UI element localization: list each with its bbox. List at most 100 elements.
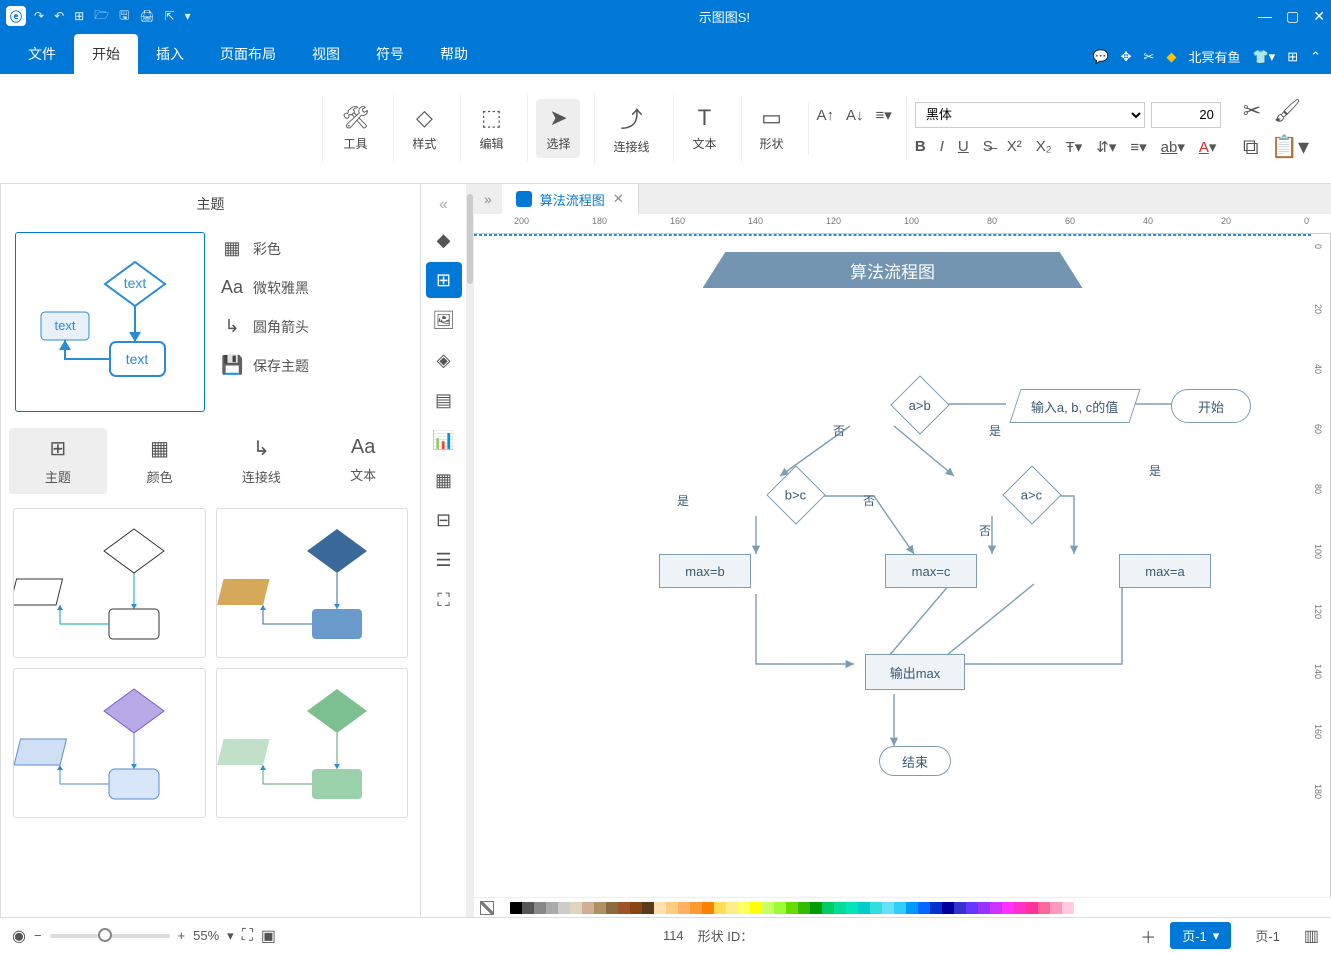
color-swatch[interactable] bbox=[858, 902, 870, 914]
subscript-button[interactable]: X₂ bbox=[1036, 138, 1052, 155]
color-swatch[interactable] bbox=[798, 902, 810, 914]
shapes-panel-icon[interactable]: ⊞ bbox=[426, 262, 462, 298]
color-swatch[interactable] bbox=[882, 902, 894, 914]
shape-output[interactable]: 输出max bbox=[865, 654, 965, 690]
theme-card-3[interactable] bbox=[13, 668, 206, 818]
undo-icon[interactable]: ↶ bbox=[54, 9, 64, 23]
theme-opt-font[interactable]: Aa微软雅黑 bbox=[221, 277, 309, 298]
canvas[interactable]: 算法流程图 开始 输 bbox=[474, 234, 1311, 897]
format-painter-icon[interactable]: 🖌 bbox=[1273, 98, 1301, 124]
table-panel-icon[interactable]: ▦ bbox=[426, 462, 462, 498]
subtab-theme[interactable]: ⊞主题 bbox=[9, 428, 107, 494]
zoom-out-icon[interactable]: − bbox=[34, 928, 42, 943]
color-swatch[interactable] bbox=[738, 902, 750, 914]
color-swatch[interactable] bbox=[642, 902, 654, 914]
select-button[interactable]: ➤选择 bbox=[536, 99, 580, 158]
save-icon[interactable]: 🖫 bbox=[119, 6, 129, 27]
user-name[interactable]: 北冥有鱼 bbox=[1188, 47, 1240, 66]
color-swatch[interactable] bbox=[1002, 902, 1014, 914]
color-swatch[interactable] bbox=[990, 902, 1002, 914]
color-swatch[interactable] bbox=[498, 902, 510, 914]
theme-opt-save[interactable]: 💾保存主题 bbox=[221, 355, 309, 376]
color-swatch[interactable] bbox=[1026, 902, 1038, 914]
zoom-dropdown-icon[interactable]: ▾ bbox=[227, 928, 234, 944]
theme-card-1[interactable] bbox=[13, 508, 206, 658]
color-swatch[interactable] bbox=[594, 902, 606, 914]
layers-panel-icon[interactable]: ◈ bbox=[426, 342, 462, 378]
copy-icon[interactable]: ⧉ bbox=[1243, 134, 1259, 160]
color-swatch[interactable] bbox=[894, 902, 906, 914]
align-left-icon[interactable]: ≡▾ bbox=[876, 106, 892, 124]
collapse-ribbon-icon[interactable]: ⌃ bbox=[1310, 49, 1321, 65]
italic-button[interactable]: I bbox=[940, 138, 944, 155]
vertical-text-icon[interactable]: ⇵▾ bbox=[1096, 138, 1116, 156]
theme-card-2[interactable] bbox=[216, 508, 409, 658]
pointer-tool-icon[interactable]: ✥ bbox=[1121, 49, 1132, 65]
fit-page-icon[interactable]: ▣ bbox=[261, 926, 276, 946]
linespacing-icon[interactable]: ≡▾ bbox=[1130, 138, 1146, 156]
minimize-button[interactable]: — bbox=[1258, 8, 1272, 25]
tools-button[interactable]: 🛠工具 bbox=[331, 99, 379, 158]
redo-icon[interactable]: ↷ bbox=[34, 9, 44, 23]
toolstrip-scrollbar[interactable] bbox=[466, 184, 474, 917]
zoom-slider[interactable] bbox=[50, 934, 170, 938]
subtab-connector[interactable]: ↳连接线 bbox=[213, 428, 311, 494]
open-icon[interactable]: 🗁 bbox=[94, 6, 109, 27]
color-swatch[interactable] bbox=[1038, 902, 1050, 914]
tab-file[interactable]: 文件 bbox=[10, 34, 74, 74]
color-swatch[interactable] bbox=[582, 902, 594, 914]
color-swatch[interactable] bbox=[726, 902, 738, 914]
page-list-icon[interactable]: ▥ bbox=[1304, 926, 1319, 946]
color-swatch[interactable] bbox=[1062, 902, 1074, 914]
tab-start[interactable]: 开始 bbox=[74, 34, 138, 74]
decrease-font-icon[interactable]: A↓ bbox=[846, 107, 864, 124]
zoom-in-icon[interactable]: + bbox=[178, 928, 186, 943]
document-tab[interactable]: 算法流程图 ✕ bbox=[502, 184, 639, 214]
fit-panel-icon[interactable]: ⛶ bbox=[426, 582, 462, 618]
shape-input[interactable]: 输入a, b, c的值 bbox=[1009, 389, 1140, 423]
color-swatch[interactable] bbox=[654, 902, 666, 914]
close-button[interactable]: ✕ bbox=[1313, 8, 1325, 25]
color-swatch[interactable] bbox=[834, 902, 846, 914]
maximize-button[interactable]: ▢ bbox=[1286, 8, 1299, 25]
color-swatch[interactable] bbox=[630, 902, 642, 914]
fullscreen-icon[interactable]: ⛶ bbox=[242, 927, 253, 945]
color-swatch[interactable] bbox=[906, 902, 918, 914]
color-swatch[interactable] bbox=[606, 902, 618, 914]
color-swatch[interactable] bbox=[918, 902, 930, 914]
paste-icon[interactable]: 📋▾ bbox=[1271, 134, 1309, 160]
chart-panel-icon[interactable]: 📊 bbox=[426, 422, 462, 458]
premium-icon[interactable]: ◆ bbox=[1166, 49, 1176, 65]
theme-opt-connector[interactable]: ↳圆角箭头 bbox=[221, 316, 309, 337]
color-swatch[interactable] bbox=[774, 902, 786, 914]
color-swatch[interactable] bbox=[570, 902, 582, 914]
image-panel-icon[interactable]: 🖼 bbox=[426, 302, 462, 338]
shape-end[interactable]: 结束 bbox=[879, 746, 951, 776]
font-color-icon[interactable]: A▾ bbox=[1199, 138, 1217, 156]
auto-color-swatch[interactable] bbox=[480, 901, 494, 915]
tab-symbol[interactable]: 符号 bbox=[358, 34, 422, 74]
shape-decision-ab[interactable]: a>b bbox=[890, 375, 949, 434]
shape-start[interactable]: 开始 bbox=[1171, 389, 1251, 423]
close-tab-icon[interactable]: ✕ bbox=[613, 191, 624, 207]
color-swatch[interactable] bbox=[522, 902, 534, 914]
underline-button[interactable]: U bbox=[958, 138, 969, 155]
subtab-color[interactable]: ▦颜色 bbox=[111, 428, 209, 494]
color-swatch[interactable] bbox=[714, 902, 726, 914]
color-swatch[interactable] bbox=[954, 902, 966, 914]
cut-tool-icon[interactable]: ✂ bbox=[1144, 49, 1155, 65]
case-button[interactable]: Ŧ▾ bbox=[1066, 138, 1083, 156]
subtab-text[interactable]: Aa文本 bbox=[314, 428, 412, 494]
increase-font-icon[interactable]: A↑ bbox=[817, 107, 835, 124]
tab-help[interactable]: 帮助 bbox=[422, 34, 486, 74]
color-swatch[interactable] bbox=[786, 902, 798, 914]
shirt-icon[interactable]: 👕▾ bbox=[1252, 49, 1275, 65]
color-swatch[interactable] bbox=[1050, 902, 1062, 914]
shape-max-a[interactable]: max=a bbox=[1119, 554, 1211, 588]
bold-button[interactable]: B bbox=[915, 138, 926, 155]
new-icon[interactable]: ⊞ bbox=[74, 9, 84, 23]
zoom-reset-icon[interactable]: ◉ bbox=[12, 926, 26, 946]
color-swatch[interactable] bbox=[666, 902, 678, 914]
style-button[interactable]: ◇样式 bbox=[402, 99, 446, 158]
color-swatch[interactable] bbox=[1014, 902, 1026, 914]
